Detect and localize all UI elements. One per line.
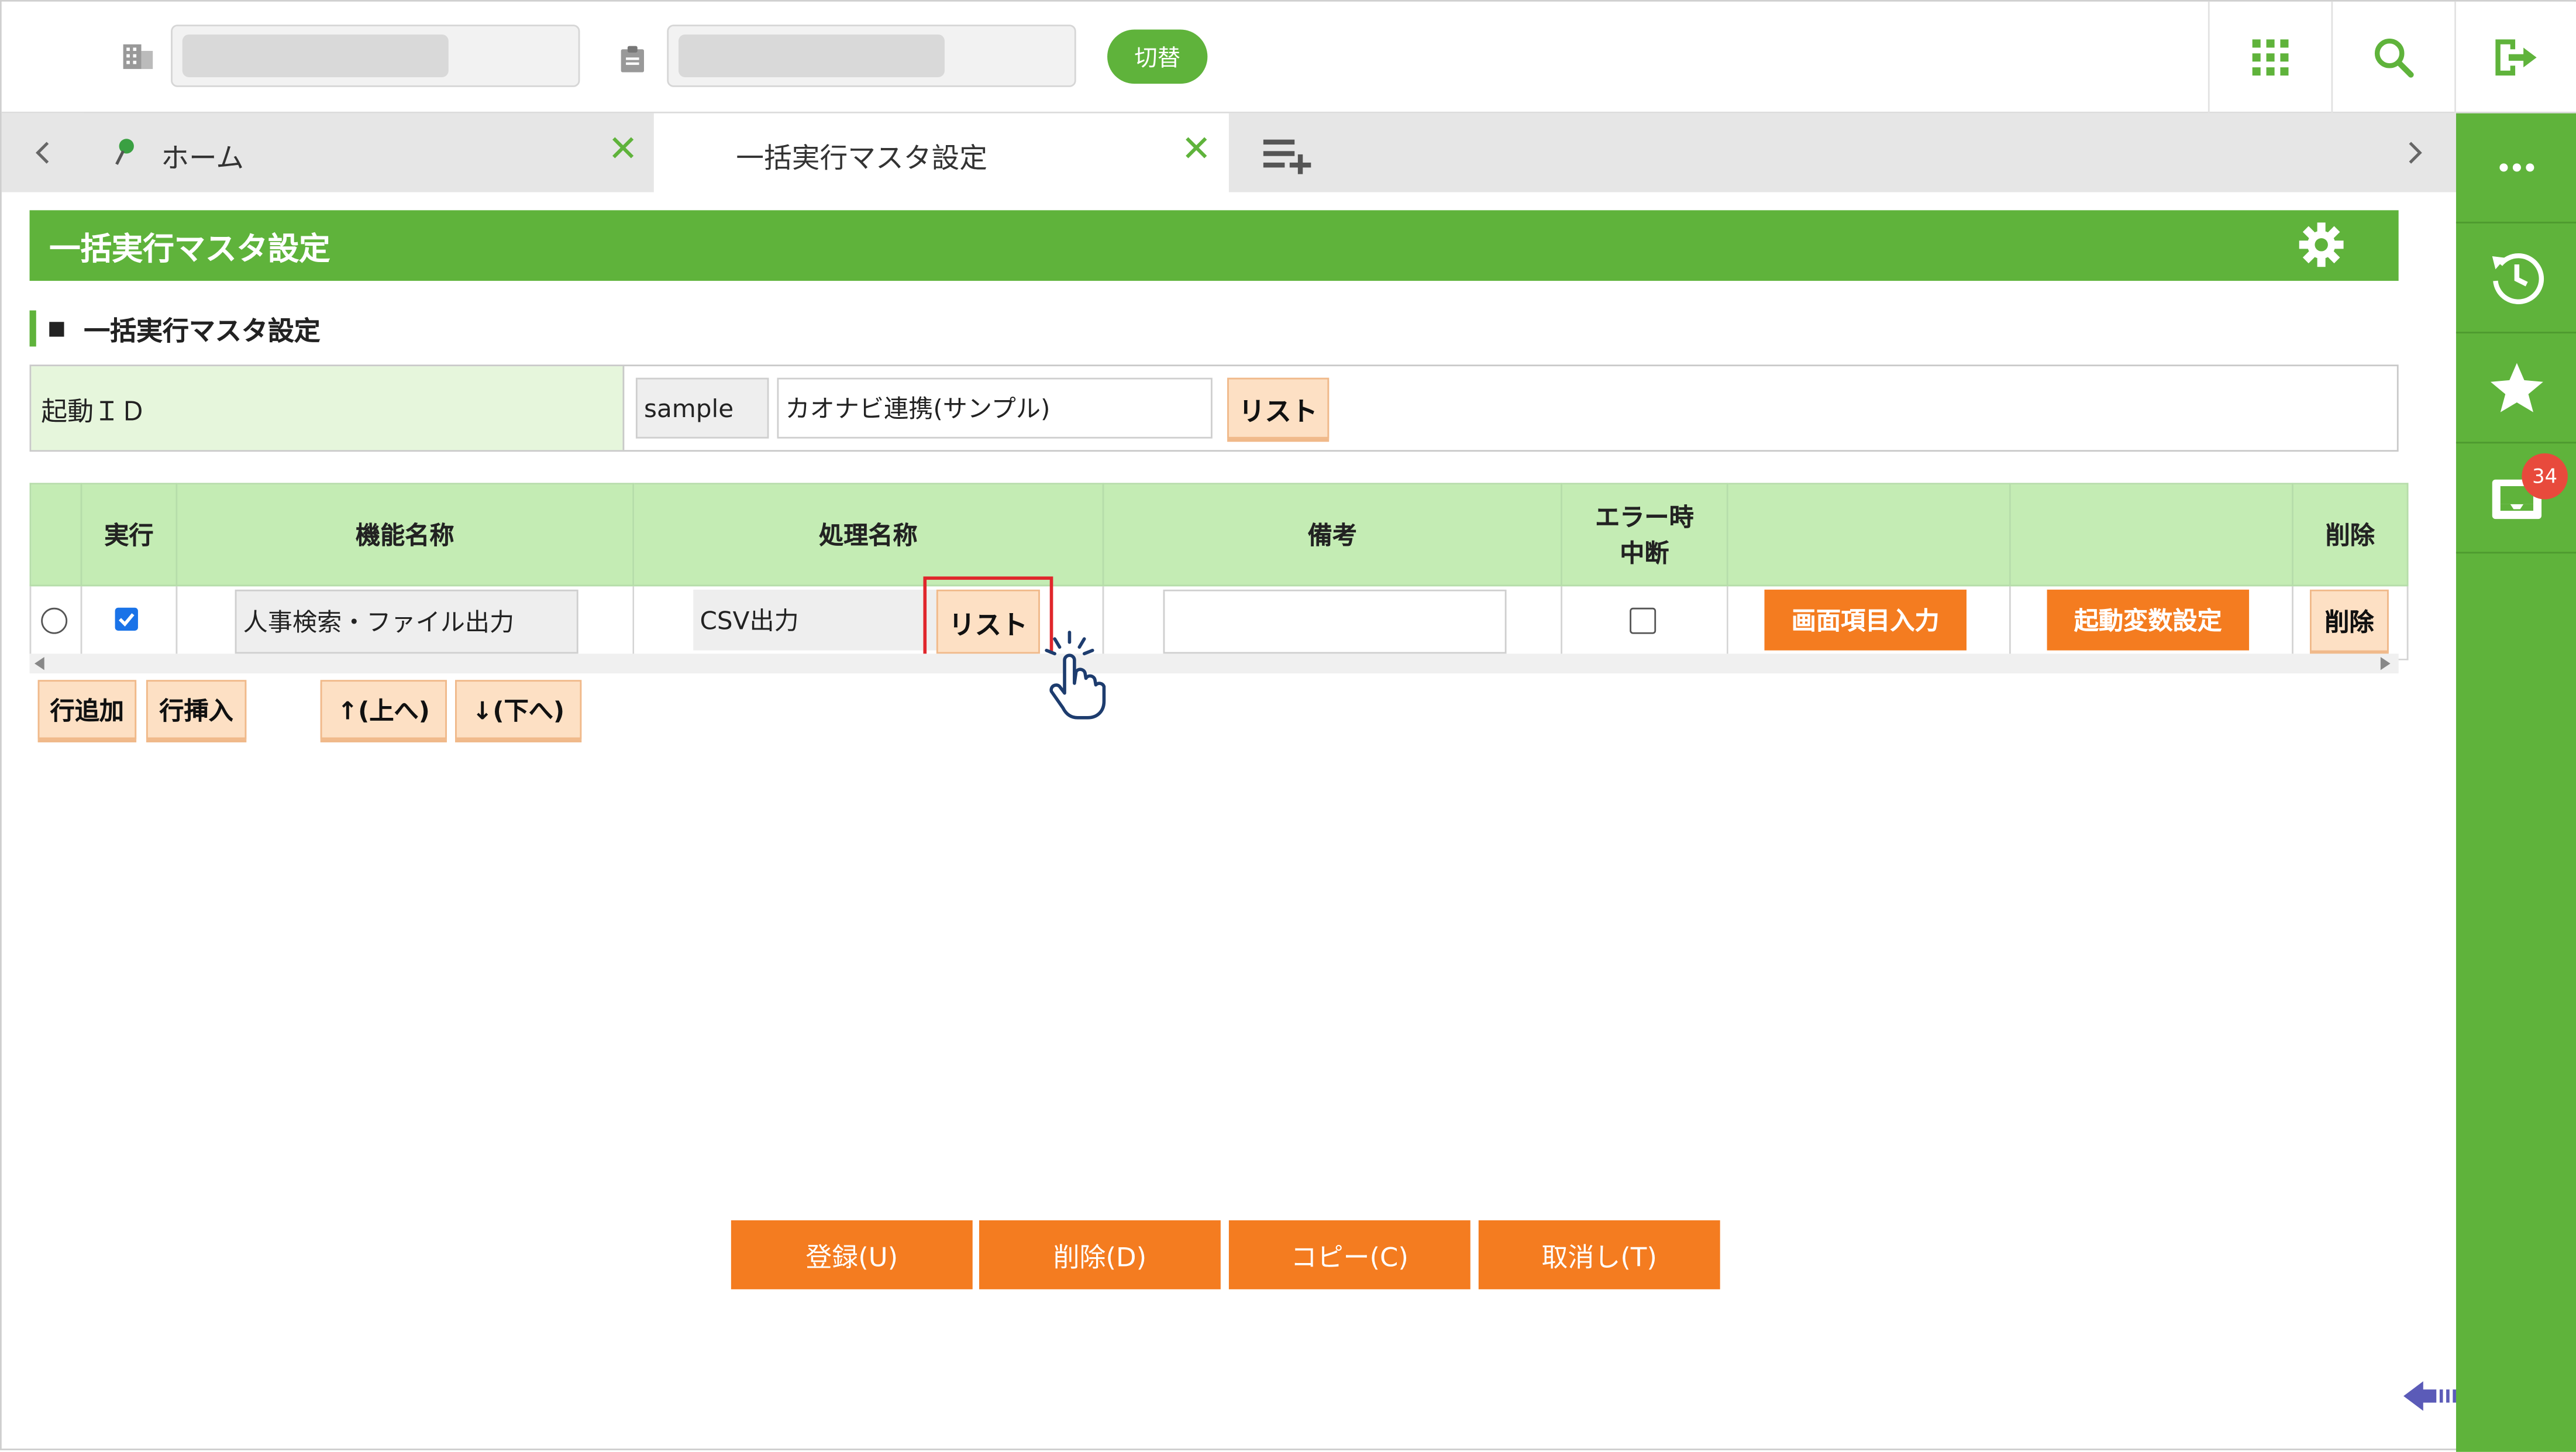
more-button[interactable]: [2456, 113, 2576, 223]
screen-item-input-button[interactable]: 画面項目入力: [1764, 589, 1967, 651]
launch-id-row: 起動ＩＤ sample カオナビ連携(サンプル) リスト: [29, 364, 2399, 452]
table-row: 人事検索・ファイル出力 CSV出力 リスト 画面項目入力 起動変数設定 削除: [29, 576, 2409, 670]
register-button[interactable]: 登録(U): [731, 1220, 973, 1289]
move-up-button[interactable]: ↑(上へ): [320, 680, 447, 739]
section-title: 一括実行マスタ設定: [84, 315, 321, 347]
select-cell: [29, 584, 82, 660]
company-select-value: [182, 34, 449, 77]
run-column-header: 実行: [80, 483, 178, 587]
checkmark-icon: [119, 613, 135, 627]
note-column-header: 備考: [1102, 483, 1563, 587]
row-select-radio[interactable]: [41, 607, 68, 634]
launch-var-column-header: [2009, 483, 2293, 587]
copy-button[interactable]: コピー(C): [1228, 1220, 1470, 1289]
search-icon[interactable]: [2372, 36, 2415, 85]
run-checkbox[interactable]: [115, 607, 138, 631]
launch-var-cell: 起動変数設定: [2009, 584, 2293, 660]
process-name-column-header: 処理名称: [632, 483, 1104, 587]
launch-name-input[interactable]: カオナビ連携(サンプル): [777, 377, 1213, 439]
note-input[interactable]: [1163, 589, 1507, 654]
collapse-sidebar-arrow-icon[interactable]: [2400, 1377, 2456, 1423]
company-select[interactable]: [171, 25, 580, 87]
tab-home-label: ホーム: [161, 143, 244, 176]
launch-var-setting-button[interactable]: 起動変数設定: [2047, 589, 2250, 651]
screen-item-column-header: [1726, 483, 2011, 587]
notifications-button[interactable]: 34: [2456, 443, 2576, 554]
hand-pointer-cursor-icon: [1040, 629, 1109, 727]
function-name-column-header: 機能名称: [175, 483, 635, 587]
note-cell: [1102, 584, 1563, 660]
row-delete-button[interactable]: 削除: [2309, 589, 2389, 652]
square-bullet-icon: [49, 321, 64, 336]
tab-batch-master-label: 一括実行マスタ設定: [736, 143, 988, 176]
add-row-button[interactable]: 行追加: [37, 680, 137, 739]
move-down-button[interactable]: ↓(下へ): [455, 680, 582, 739]
table-horizontal-scrollbar[interactable]: [29, 653, 2399, 674]
department-select[interactable]: [667, 25, 1076, 87]
error-stop-checkbox[interactable]: [1630, 607, 1657, 634]
apps-grid-icon[interactable]: [2251, 38, 2290, 84]
process-name-cell: CSV出力 リスト: [632, 576, 1104, 670]
tab-next-button[interactable]: [2374, 113, 2456, 192]
pin-icon: [113, 138, 136, 176]
switch-button[interactable]: 切替: [1107, 29, 1208, 84]
chevron-left-icon: [36, 142, 49, 164]
more-dots-icon: [2499, 163, 2534, 172]
function-name-cell: 人事検索・ファイル出力: [175, 584, 635, 660]
add-tab-icon[interactable]: [1262, 135, 1314, 181]
function-name-input[interactable]: 人事検索・ファイル出力: [235, 589, 578, 654]
screen-item-cell: 画面項目入力: [1726, 584, 2011, 660]
app-window: 切替 ホーム ✕ 一括実行マスタ設定 ✕ 34 一括実行マスタ設定 一括実行マス…: [0, 0, 2576, 1452]
close-icon[interactable]: ✕: [608, 130, 638, 171]
cancel-button[interactable]: 取消し(T): [1478, 1220, 1720, 1289]
notification-count-badge: 34: [2522, 453, 2568, 500]
run-cell: [80, 584, 178, 660]
batch-task-table: 実行 機能名称 処理名称 備考 エラー時 中断 削除 人事検索・ファイル出力 C…: [29, 483, 2409, 670]
page-title: 一括実行マスタ設定: [49, 231, 330, 268]
history-button[interactable]: [2456, 223, 2576, 333]
tab-home[interactable]: ホーム ✕: [84, 113, 654, 192]
settings-gear-icon[interactable]: [2298, 222, 2344, 274]
error-stop-cell: [1561, 584, 1728, 660]
tab-prev-button[interactable]: [2, 113, 84, 192]
delete-button[interactable]: 削除(D): [979, 1220, 1221, 1289]
process-list-button[interactable]: リスト: [936, 589, 1040, 654]
scroll-right-icon[interactable]: [2380, 656, 2391, 670]
header-divider: [2454, 1, 2456, 113]
launch-id-label: 起動ＩＤ: [31, 366, 625, 450]
header-divider: [2331, 1, 2333, 113]
header-divider: [2207, 1, 2210, 113]
section-heading: 一括実行マスタ設定: [29, 310, 321, 347]
error-stop-column-header: エラー時 中断: [1561, 483, 1728, 587]
delete-column-header: 削除: [2292, 483, 2409, 587]
top-header: 切替: [1, 1, 2576, 113]
scroll-left-icon[interactable]: [34, 656, 44, 670]
right-sidebar: 34: [2456, 113, 2576, 1452]
department-select-value: [678, 34, 945, 77]
history-icon: [2492, 253, 2544, 305]
launch-id-input[interactable]: sample: [635, 377, 769, 439]
select-column-header: [29, 483, 82, 587]
close-icon[interactable]: ✕: [1181, 130, 1211, 171]
favorites-button[interactable]: [2456, 333, 2576, 444]
tab-bar: ホーム ✕ 一括実行マスタ設定 ✕: [1, 113, 2456, 192]
clipboard-icon: [614, 41, 650, 77]
logout-icon[interactable]: [2492, 36, 2539, 85]
delete-cell: 削除: [2292, 584, 2409, 660]
table-header-row: 実行 機能名称 処理名称 備考 エラー時 中断 削除: [29, 483, 2409, 587]
launch-list-button[interactable]: リスト: [1227, 377, 1330, 439]
chevron-right-icon: [2409, 142, 2422, 164]
star-icon: [2490, 363, 2543, 412]
insert-row-button[interactable]: 行挿入: [146, 680, 247, 739]
page-title-bar: 一括実行マスタ設定: [29, 210, 2399, 281]
process-name-input[interactable]: CSV出力: [693, 589, 936, 651]
tab-batch-master[interactable]: 一括実行マスタ設定 ✕: [653, 113, 1229, 192]
building-icon: [120, 38, 156, 74]
